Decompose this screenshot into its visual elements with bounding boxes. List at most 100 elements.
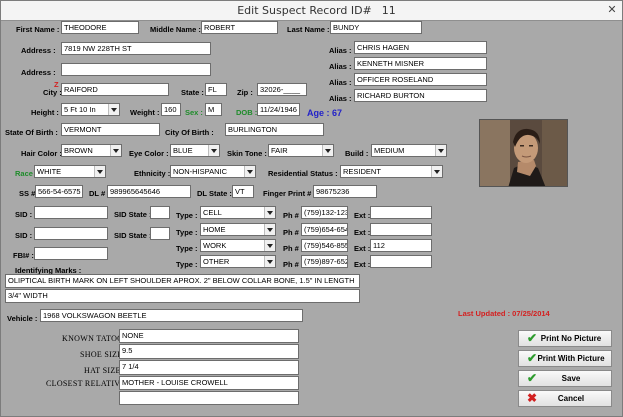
- ext-label-4: Ext :: [354, 260, 371, 269]
- extra-custom-field[interactable]: [119, 391, 299, 405]
- zip-field[interactable]: 32026-____: [257, 83, 307, 96]
- ethnicity-label: Ethnicity :: [134, 169, 171, 178]
- phone-type-dropdown-1[interactable]: CELL: [200, 206, 276, 219]
- build-value: MEDIUM: [374, 146, 405, 155]
- alias-label-2: Alias :: [329, 62, 352, 71]
- close-icon[interactable]: ✕: [605, 3, 619, 17]
- ext-field-4[interactable]: [370, 255, 432, 268]
- phone-type-value-1: CELL: [203, 208, 222, 217]
- middle-name-field[interactable]: ROBERT: [201, 21, 278, 34]
- eye-color-dropdown[interactable]: BLUE: [170, 144, 220, 157]
- state-label: State :: [181, 88, 204, 97]
- sid-label-2: SID :: [15, 231, 33, 240]
- phone-type-dropdown-2[interactable]: HOME: [200, 223, 276, 236]
- print-no-picture-button[interactable]: ✔ Print No Picture: [518, 330, 612, 347]
- skin-tone-dropdown[interactable]: FAIR: [268, 144, 334, 157]
- age-display: Age : 67: [307, 108, 343, 118]
- race-value: WHITE: [37, 167, 62, 176]
- chevron-down-icon: [111, 108, 117, 112]
- state-of-birth-field[interactable]: VERMONT: [61, 123, 160, 136]
- ethnicity-dropdown[interactable]: NON-HISPANIC: [170, 165, 256, 178]
- suspect-photo-image: [480, 120, 567, 186]
- last-name-field[interactable]: BUNDY: [330, 21, 422, 34]
- ext-field-1[interactable]: [370, 206, 432, 219]
- state-of-birth-label: State Of Birth :: [5, 128, 58, 137]
- alias-field-2[interactable]: KENNETH MISNER: [354, 57, 487, 70]
- weight-label: Weight :: [130, 108, 160, 117]
- residential-status-dropdown[interactable]: RESIDENT: [340, 165, 443, 178]
- save-button[interactable]: ✔ Save: [518, 370, 612, 387]
- sex-field[interactable]: M: [205, 103, 222, 116]
- state-field[interactable]: FL: [205, 83, 227, 96]
- hair-color-dropdown[interactable]: BROWN: [61, 144, 122, 157]
- build-dropdown[interactable]: MEDIUM: [371, 144, 447, 157]
- print-with-picture-button[interactable]: ✔ Print With Picture: [518, 350, 612, 367]
- check-icon: ✔: [527, 351, 538, 365]
- ss-field[interactable]: 566-54-6575: [35, 185, 83, 198]
- shoe-size-label: SHOE SIZE: [80, 350, 123, 359]
- identifying-marks-line-1[interactable]: OLIPTICAL BIRTH MARK ON LEFT SHOULDER AP…: [5, 274, 360, 288]
- height-dropdown[interactable]: 5 Ft 10 In: [61, 103, 120, 116]
- vehicle-label: Vehicle :: [7, 314, 38, 323]
- phone-type-dropdown-3[interactable]: WORK: [200, 239, 276, 252]
- address2-field[interactable]: [61, 63, 211, 76]
- edit-suspect-window: Edit Suspect Record ID# 11 ✕ First Name :…: [0, 0, 623, 417]
- chevron-down-icon: [434, 170, 440, 174]
- record-id: 11: [381, 4, 396, 17]
- dl-state-field[interactable]: VT: [232, 185, 254, 198]
- fbi-field[interactable]: [34, 247, 108, 260]
- phone-type-value-2: HOME: [203, 225, 226, 234]
- sid-field-1[interactable]: [34, 206, 108, 219]
- closest-relative-field[interactable]: MOTHER - LOUISE CROWELL: [119, 376, 299, 390]
- sid-state-field-1[interactable]: [150, 206, 170, 219]
- weight-field[interactable]: 160: [161, 103, 181, 116]
- city-of-birth-field[interactable]: BURLINGTON: [225, 123, 324, 136]
- skin-tone-value: FAIR: [271, 146, 288, 155]
- chevron-down-icon: [438, 149, 444, 153]
- alias-label-4: Alias :: [329, 94, 352, 103]
- phone-field-1[interactable]: (759)132-1231: [301, 206, 348, 219]
- residential-status-label: Residential Status :: [268, 169, 338, 178]
- cancel-label: Cancel: [557, 394, 585, 403]
- city-field[interactable]: RAIFORD: [61, 83, 169, 96]
- phone-field-4[interactable]: (759)897-6523: [301, 255, 348, 268]
- sid-state-label-2: SID State :: [114, 231, 152, 240]
- dl-state-label: DL State :: [197, 189, 232, 198]
- ext-field-3[interactable]: 112: [370, 239, 432, 252]
- address-field[interactable]: 7819 NW 228TH ST: [61, 42, 211, 55]
- alias-label-1: Alias :: [329, 46, 352, 55]
- ext-field-2[interactable]: [370, 223, 432, 236]
- dl-field[interactable]: 989965645646: [107, 185, 191, 198]
- ext-label-2: Ext :: [354, 228, 371, 237]
- sid-field-2[interactable]: [34, 227, 108, 240]
- eye-color-label: Eye Color :: [129, 149, 169, 158]
- phone-field-2[interactable]: (759)654-6545: [301, 223, 348, 236]
- city-label: City :: [43, 88, 62, 97]
- known-tatoos-field[interactable]: NONE: [119, 329, 299, 343]
- check-icon: ✔: [527, 331, 538, 345]
- shoe-size-field[interactable]: 9.5: [119, 344, 299, 359]
- race-dropdown[interactable]: WHITE: [34, 165, 106, 178]
- phone-type-label-1: Type :: [176, 211, 198, 220]
- chevron-down-icon: [267, 244, 273, 248]
- vehicle-field[interactable]: 1968 VOLKSWAGON BEETLE: [40, 309, 303, 322]
- phone-type-dropdown-4[interactable]: OTHER: [200, 255, 276, 268]
- first-name-field[interactable]: THEODORE: [61, 21, 139, 34]
- x-icon: ✖: [527, 391, 538, 405]
- height-value: 5 Ft 10 In: [64, 105, 96, 114]
- window-title: Edit Suspect Record ID# 11: [1, 4, 622, 17]
- city-of-birth-label: City Of Birth :: [165, 128, 214, 137]
- hat-size-field[interactable]: 7 1/4: [119, 360, 299, 375]
- residential-status-value: RESIDENT: [343, 167, 381, 176]
- cancel-button[interactable]: ✖ Cancel: [518, 390, 612, 407]
- alias-field-4[interactable]: RICHARD BURTON: [354, 89, 487, 102]
- check-icon: ✔: [527, 371, 538, 385]
- sid-state-field-2[interactable]: [150, 227, 170, 240]
- phone-field-3[interactable]: (759)546-8556: [301, 239, 348, 252]
- identifying-marks-line-2[interactable]: 3/4" WIDTH: [5, 289, 360, 303]
- alias-field-1[interactable]: CHRIS HAGEN: [354, 41, 487, 54]
- alias-field-3[interactable]: OFFICER ROSELAND: [354, 73, 487, 86]
- dob-field[interactable]: 11/24/1946: [257, 103, 300, 116]
- fbi-label: FBI# :: [13, 251, 34, 260]
- finger-print-field[interactable]: 98675236: [313, 185, 377, 198]
